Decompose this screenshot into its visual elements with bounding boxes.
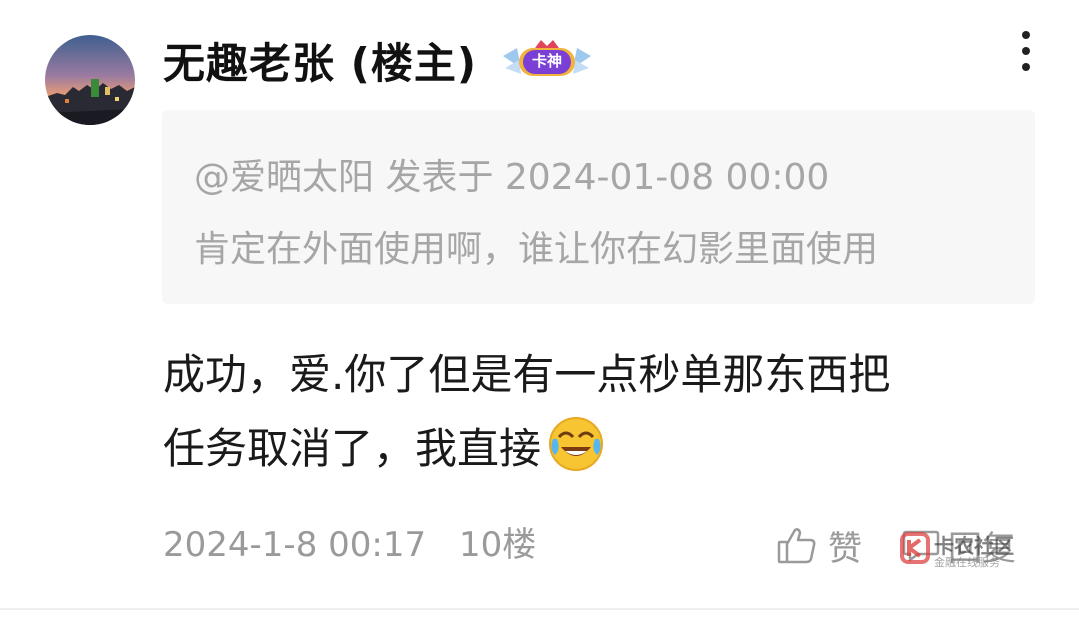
floor-number: 10楼 xyxy=(458,525,537,565)
username-row: 无趣老张 (楼主) 卡神 xyxy=(163,30,595,90)
watermark: 卡农社区 金融在线服务 xyxy=(898,528,1028,572)
content-line: 成功，爱.你了但是有一点秒单那东西把 xyxy=(163,350,891,399)
badge-label: 卡神 xyxy=(532,52,563,70)
watermark-subtitle: 金融在线服务 xyxy=(934,556,1000,569)
divider xyxy=(0,608,1079,610)
crying-laughing-emoji-icon xyxy=(549,417,604,471)
avatar-image xyxy=(45,35,135,125)
avatar[interactable] xyxy=(45,35,135,125)
more-options-button[interactable] xyxy=(1004,26,1048,76)
post-datetime: 2024-1-8 00:17 xyxy=(163,525,427,565)
quote-header: @爱晒太阳 发表于 2024-01-08 00:00 xyxy=(194,157,830,198)
post-meta: 2024-1-8 00:17 10楼 xyxy=(163,520,536,570)
more-vertical-icon-dot xyxy=(1022,47,1030,55)
content-line-2: 任务取消了，我直接 xyxy=(163,412,1023,486)
post-card: 无趣老张 (楼主) 卡神 @爱晒太阳 发表于 2024-01-08 00:00 … xyxy=(0,0,1079,621)
more-vertical-icon xyxy=(1022,31,1030,39)
thumbs-up-icon xyxy=(777,528,816,564)
quote-text: 肯定在外面使用啊，谁让你在幻影里面使用 xyxy=(194,229,879,270)
more-vertical-icon-dot xyxy=(1022,63,1030,71)
username[interactable]: 无趣老张 (楼主) xyxy=(163,30,477,91)
quoted-reply[interactable]: @爱晒太阳 发表于 2024-01-08 00:00 肯定在外面使用啊，谁让你在… xyxy=(162,110,1035,304)
content-line-text: 任务取消了，我直接 xyxy=(163,424,542,473)
watermark-logo-icon xyxy=(900,532,930,564)
like-label: 赞 xyxy=(828,528,862,569)
post-content: 成功，爱.你了但是有一点秒单那东西把 任务取消了，我直接 xyxy=(163,338,1023,486)
like-button[interactable]: 赞 xyxy=(776,520,862,570)
rank-badge: 卡神 xyxy=(499,38,595,82)
